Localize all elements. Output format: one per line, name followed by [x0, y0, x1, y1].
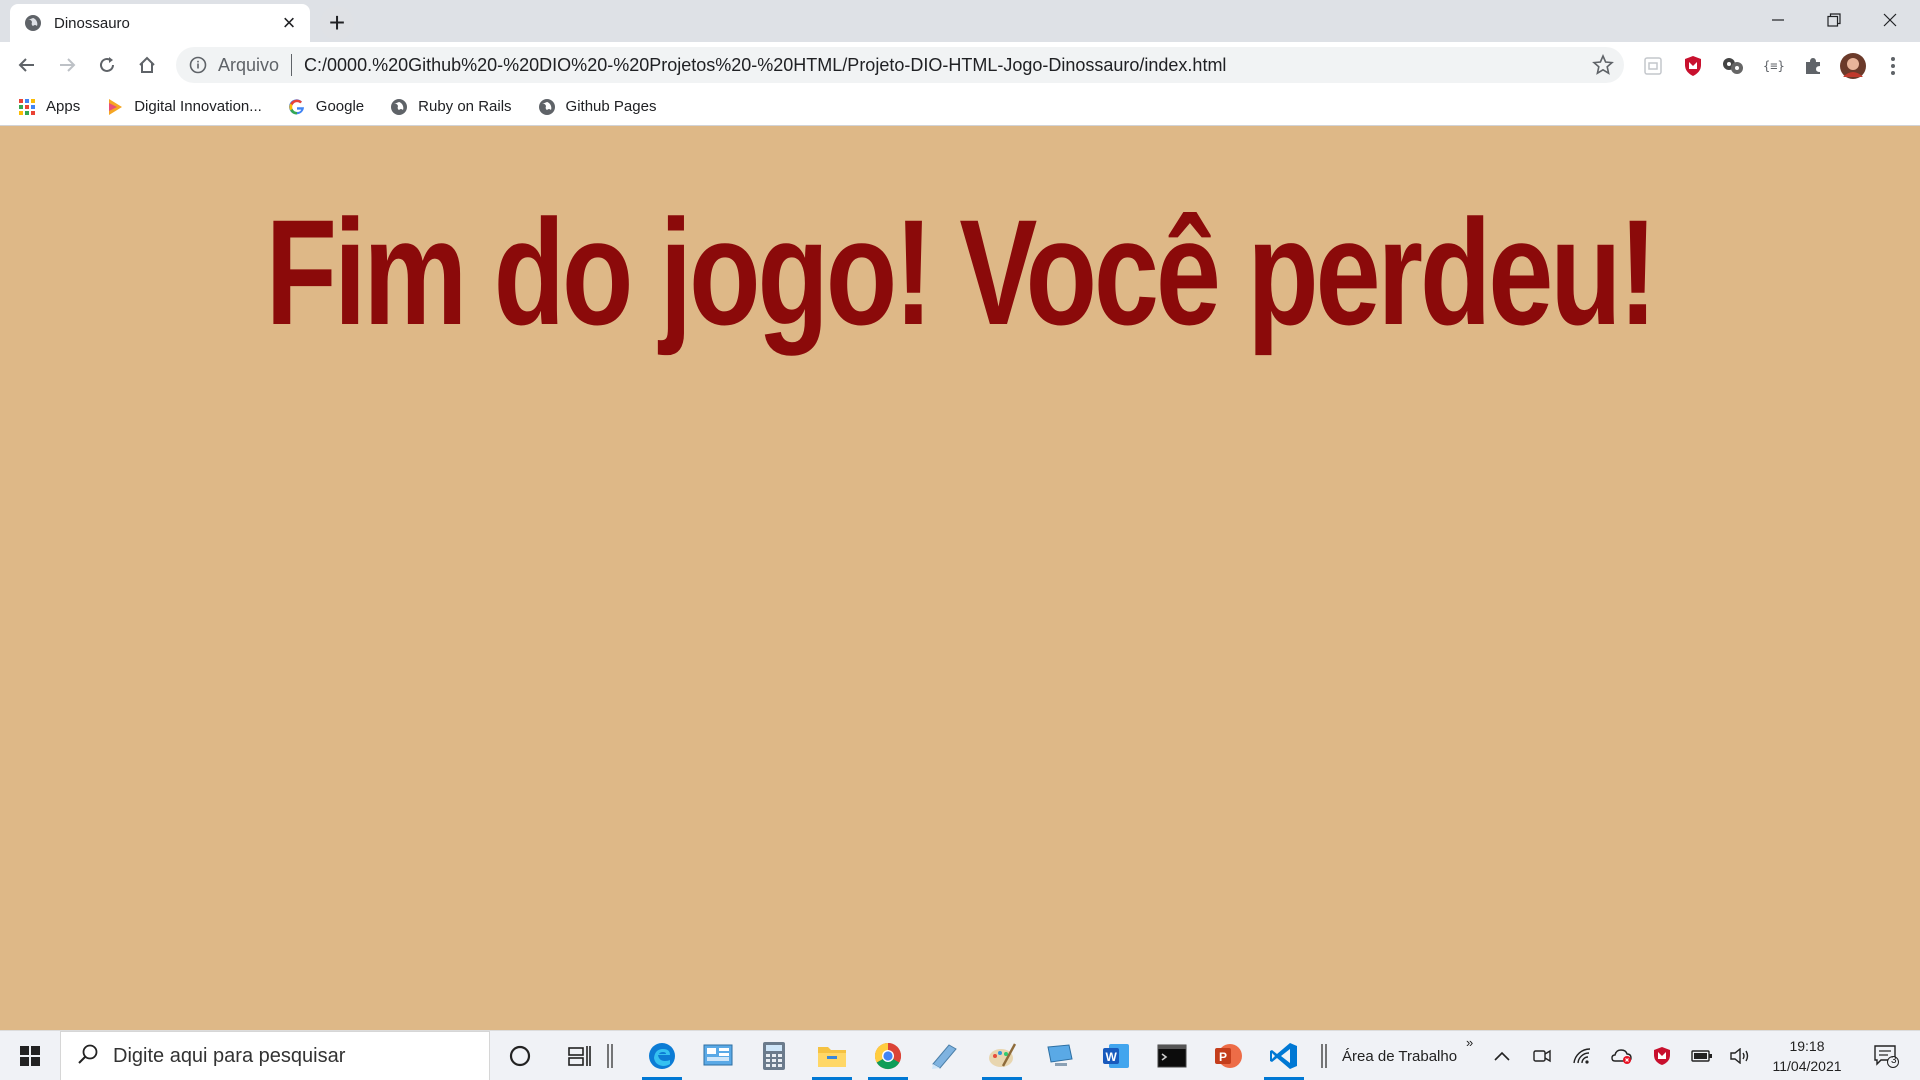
bookmark-google[interactable]: Google [288, 98, 364, 116]
home-icon[interactable] [131, 49, 163, 81]
bookmark-ruby-on-rails[interactable]: Ruby on Rails [390, 98, 512, 116]
bookmark-label: Ruby on Rails [418, 98, 512, 115]
google-icon [288, 98, 306, 116]
bookmark-star-icon[interactable] [1592, 53, 1614, 76]
profile-avatar[interactable] [1840, 53, 1866, 79]
cortana-icon[interactable] [494, 1035, 546, 1077]
reader-extension-icon[interactable] [1640, 53, 1666, 79]
address-url[interactable]: C:/0000.%20Github%20-%20DIO%20-%20Projet… [304, 55, 1226, 76]
game-over-headline: Fim do jogo! Você perdeu! [265, 188, 1658, 356]
taskbar-divider [600, 1035, 620, 1077]
tampermonkey-extension-icon[interactable] [1720, 53, 1746, 79]
new-tab-button[interactable]: + [320, 6, 354, 40]
onedrive-icon[interactable] [1610, 1044, 1634, 1068]
globe-icon [538, 98, 556, 116]
paint-icon[interactable] [976, 1035, 1028, 1080]
globe-icon [390, 98, 408, 116]
taskbar-search-box[interactable]: Digite aqui para pesquisar [60, 1031, 490, 1080]
browser-menu-icon[interactable] [1880, 53, 1906, 79]
bookmark-apps[interactable]: Apps [18, 98, 80, 116]
apps-grid-icon [18, 98, 36, 116]
info-icon[interactable] [188, 55, 208, 75]
dio-icon [106, 98, 124, 116]
address-bar[interactable]: Arquivo C:/0000.%20Github%20-%20DIO%20-%… [176, 47, 1624, 83]
bookmark-label: Digital Innovation... [134, 98, 262, 115]
terminal-icon[interactable] [1146, 1035, 1198, 1077]
windows-taskbar: Digite aqui para pesquisar W P Área de T… [0, 1030, 1920, 1080]
address-separator [291, 54, 293, 76]
browser-tab[interactable]: Dinossauro × [10, 4, 310, 42]
code-extension-icon[interactable]: {≡} [1760, 53, 1786, 79]
task-view-icon[interactable] [554, 1035, 606, 1077]
shield-extension-icon[interactable] [1680, 53, 1706, 79]
bookmark-label: Google [315, 98, 365, 115]
windows-start-button[interactable] [0, 1031, 60, 1080]
chevron-up-icon[interactable] [1490, 1044, 1514, 1068]
reload-icon[interactable] [91, 49, 123, 81]
svg-text:{≡}: {≡} [1763, 59, 1784, 73]
close-window-button[interactable] [1862, 0, 1918, 40]
vscode-icon[interactable] [1258, 1035, 1310, 1080]
search-icon [77, 1043, 99, 1070]
battery-icon[interactable] [1690, 1044, 1714, 1068]
svg-text:P: P [1219, 1050, 1227, 1064]
tab-title: Dinossauro [54, 14, 130, 32]
browser-toolbar: Arquivo C:/0000.%20Github%20-%20DIO%20-%… [0, 42, 1920, 88]
bookmark-github-pages[interactable]: Github Pages [538, 98, 657, 116]
control-panel-icon[interactable] [692, 1035, 744, 1077]
taskbar-clock[interactable]: 19:18 11/04/2021 [1762, 1036, 1852, 1076]
bookmark-label: Apps [46, 98, 81, 115]
powerpoint-icon[interactable]: P [1202, 1035, 1254, 1077]
word-icon[interactable]: W [1090, 1035, 1142, 1077]
search-placeholder: Digite aqui para pesquisar [113, 1044, 346, 1067]
bookmarks-bar: Apps Digital Innovation... Google Ruby o… [0, 88, 1920, 126]
chevron-right-icon[interactable]: » [1466, 1017, 1473, 1067]
globe-icon [24, 14, 42, 32]
edge-icon[interactable] [636, 1035, 688, 1080]
antivirus-shield-icon[interactable] [1650, 1044, 1674, 1068]
notification-center-icon[interactable]: 3 [1866, 1044, 1906, 1068]
game-page: Fim do jogo! Você perdeu! [0, 127, 1920, 1030]
file-explorer-icon[interactable] [806, 1035, 858, 1080]
clock-time: 19:18 [1789, 1038, 1825, 1054]
back-arrow-icon[interactable] [11, 49, 43, 81]
taskbar-divider-right [1318, 1035, 1330, 1077]
calculator-icon[interactable] [748, 1035, 800, 1077]
notification-count: 3 [1891, 1055, 1897, 1066]
chrome-icon[interactable] [862, 1035, 914, 1080]
notepad-icon[interactable] [918, 1035, 970, 1077]
svg-text:W: W [1106, 1050, 1118, 1064]
remote-desktop-icon[interactable] [1034, 1035, 1086, 1077]
puzzle-extensions-icon[interactable] [1800, 53, 1826, 79]
restore-button[interactable] [1806, 0, 1862, 40]
browser-titlebar: Dinossauro × + [0, 0, 1920, 42]
address-scheme-label: Arquivo [218, 54, 280, 75]
volume-icon[interactable] [1728, 1044, 1752, 1068]
bookmark-label: Github Pages [565, 98, 657, 115]
clock-date: 11/04/2021 [1772, 1058, 1842, 1074]
close-tab-icon[interactable]: × [278, 12, 300, 34]
wifi-icon[interactable] [1570, 1044, 1594, 1068]
minimize-button[interactable] [1750, 0, 1806, 40]
forward-arrow-icon[interactable] [51, 49, 83, 81]
bookmark-digital-innovation[interactable]: Digital Innovation... [106, 98, 262, 116]
meet-now-icon[interactable] [1530, 1044, 1554, 1068]
desktop-toolbar-label[interactable]: Área de Trabalho [1342, 1031, 1457, 1080]
